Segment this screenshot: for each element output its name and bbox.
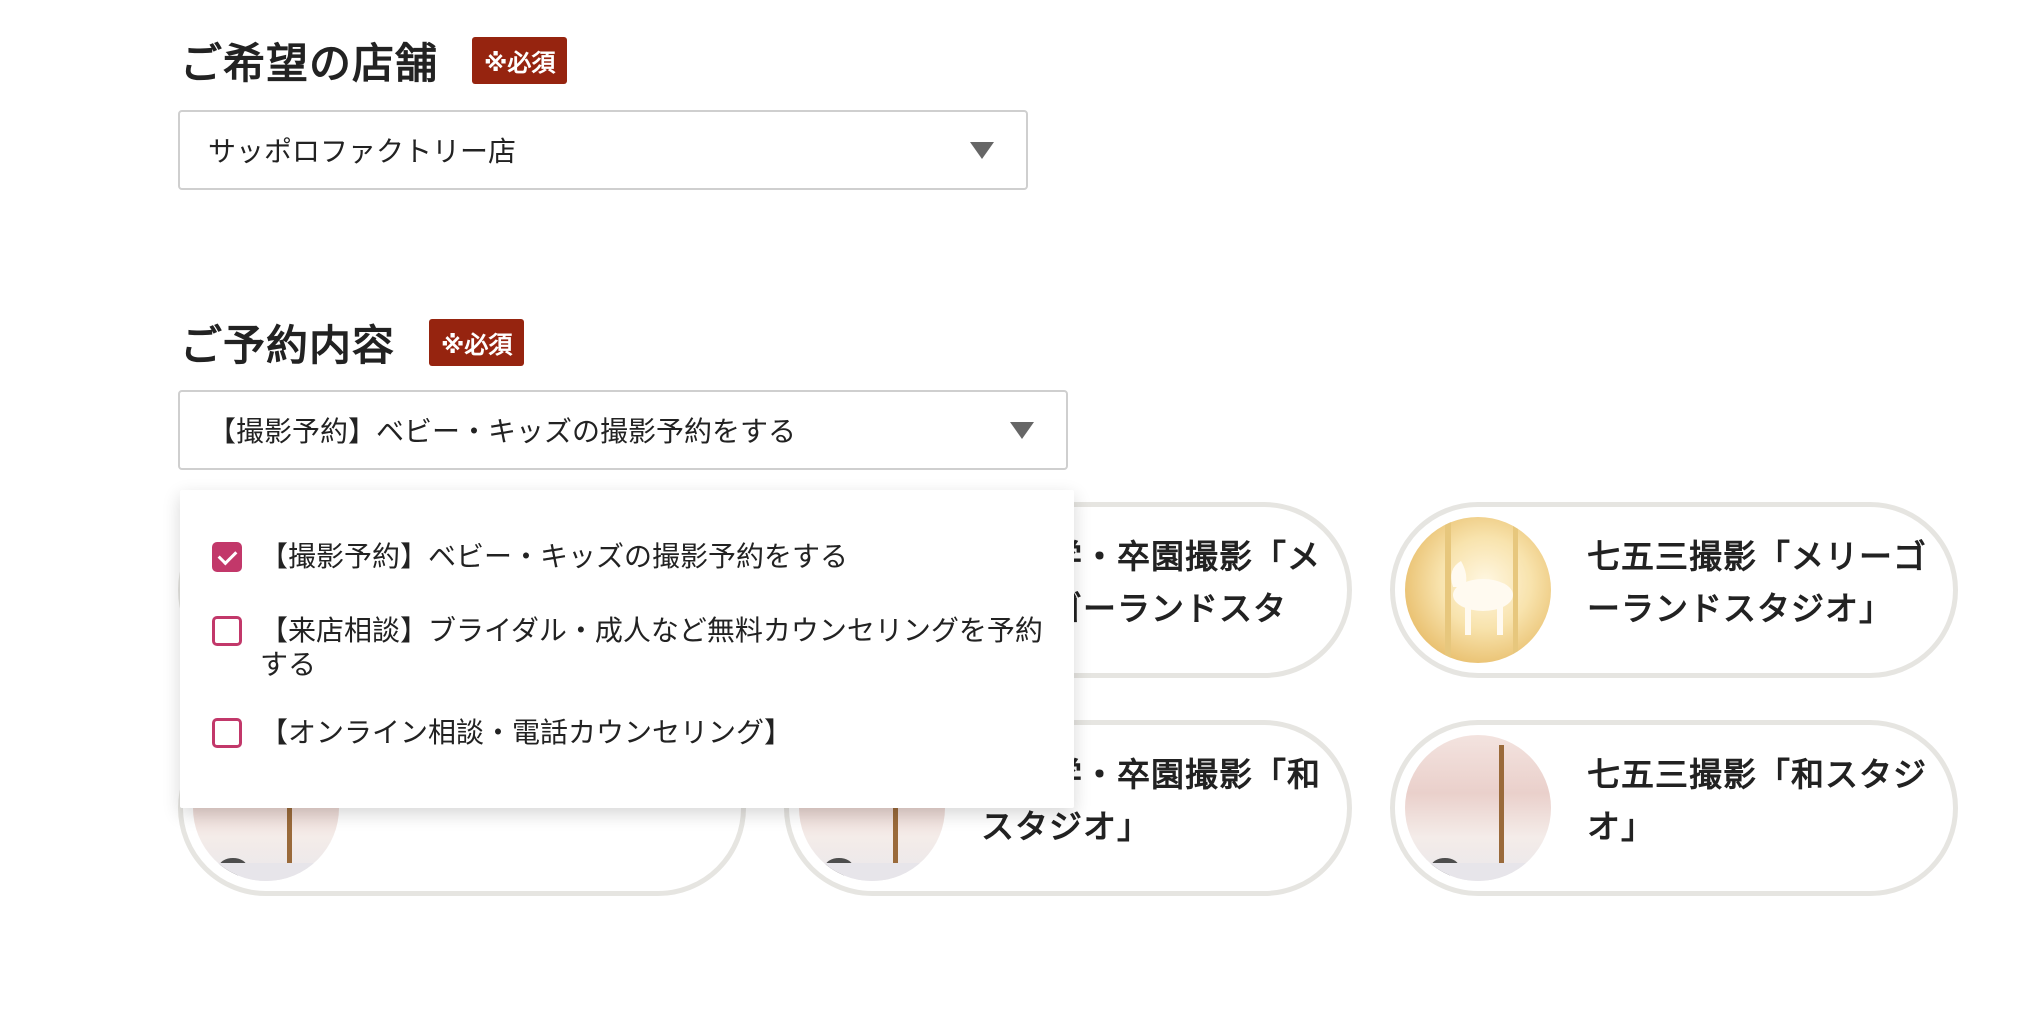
checkbox-unchecked[interactable] (212, 718, 242, 748)
store-section-title: ご希望の店舗 (180, 39, 439, 88)
dropdown-option-label: 【撮影予約】ベビー・キッズの撮影予約をする (260, 540, 849, 573)
option-card-title: 七五三撮影「メリーゴーランドスタジオ」 (1587, 537, 1927, 628)
required-badge: ※必須 (472, 37, 568, 84)
dropdown-option-label: 【来店相談】ブライダル・成人など無料カウンセリングを予約する (260, 614, 1043, 681)
option-card[interactable]: 七五三撮影「メリーゴーランドスタジオ」 (1390, 502, 1958, 678)
option-card-title: 七五三撮影「和スタジオ」 (1587, 755, 1927, 846)
store-section-header: ご希望の店舗 ※必須 (180, 30, 568, 91)
chevron-down-icon (970, 142, 994, 159)
dropdown-option-label: 【オンライン相談・電話カウンセリング】 (260, 716, 793, 749)
reservation-section-title: ご予約内容 (180, 321, 396, 370)
carousel-horse-image (1405, 517, 1551, 663)
checkbox-unchecked[interactable] (212, 616, 242, 646)
checkbox-checked[interactable] (212, 542, 242, 572)
option-card[interactable]: 七五三撮影「和スタジオ」 (1390, 720, 1958, 896)
store-select-value: サッポロファクトリー店 (208, 135, 517, 168)
reservation-section-header: ご予約内容 ※必須 (180, 312, 525, 373)
wa-studio-image (1405, 735, 1551, 881)
reservation-select-value: 【撮影予約】ベビー・キッズの撮影予約をする (208, 415, 797, 448)
required-badge: ※必須 (429, 319, 525, 366)
reservation-dropdown: 【撮影予約】ベビー・キッズの撮影予約をする 【来店相談】ブライダル・成人など無料… (180, 490, 1074, 808)
carousel-horse-icon (1445, 517, 1518, 663)
store-select[interactable]: サッポロファクトリー店 (178, 110, 1028, 190)
dropdown-option-photo-reservation[interactable]: 【撮影予約】ベビー・キッズの撮影予約をする (212, 540, 1060, 574)
dropdown-option-online-consultation[interactable]: 【オンライン相談・電話カウンセリング】 (212, 716, 1060, 750)
chevron-down-icon (1010, 422, 1034, 439)
dropdown-option-store-consultation[interactable]: 【来店相談】ブライダル・成人など無料カウンセリングを予約する (212, 614, 1060, 682)
reservation-select[interactable]: 【撮影予約】ベビー・キッズの撮影予約をする (178, 390, 1068, 470)
wa-studio-icon (1405, 745, 1551, 881)
